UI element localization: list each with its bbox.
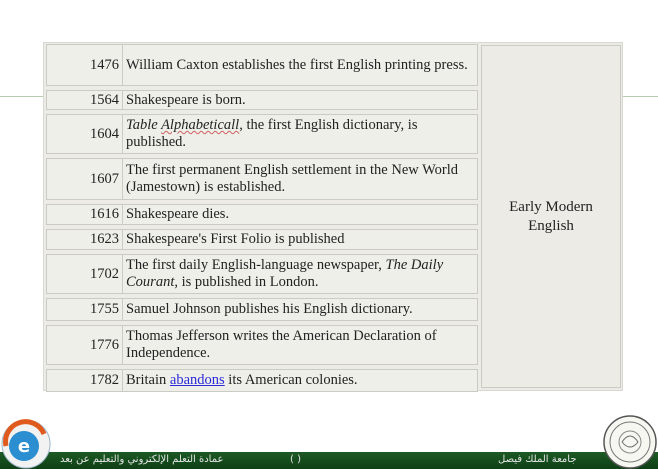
event-text-segment: Samuel Johnson publishes his English dic… (126, 301, 413, 317)
year-cell: 1782 (46, 369, 123, 392)
event-text-segment: Shakespeare's First Folio is published (126, 231, 345, 247)
event-cell: Thomas Jefferson writes the American Dec… (123, 325, 478, 365)
event-cell: Samuel Johnson publishes his English dic… (123, 298, 478, 321)
year-cell: 1623 (46, 229, 123, 250)
year-cell: 1776 (46, 325, 123, 365)
event-text-segment: Britain (126, 372, 170, 388)
timeline-row: 1604 Table Alphabeticall, the first Engli… (46, 114, 478, 154)
event-text-segment: its American colonies. (224, 372, 358, 388)
timeline-row: 1607 The first permanent English settleme… (46, 158, 478, 200)
event-cell: Shakespeare's First Folio is published (123, 229, 478, 250)
event-text: Shakespeare is born. (126, 92, 246, 109)
event-text: The first permanent English settlement i… (126, 162, 474, 196)
year-cell: 1564 (46, 90, 123, 110)
event-text: Thomas Jefferson writes the American Dec… (126, 328, 474, 362)
footer-deanship-text: عمادة التعلم الإلكتروني والتعليم عن بعد (60, 454, 224, 465)
event-text-segment: Shakespeare dies. (126, 206, 230, 222)
timeline-table: 1476 William Caxton establishes the first… (43, 42, 623, 392)
university-seal-icon (603, 415, 657, 469)
timeline-row: 1782 Britain abandons its American coloni… (46, 369, 478, 392)
timeline-row: 1755 Samuel Johnson publishes his English… (46, 298, 478, 321)
event-cell: The first permanent English settlement i… (123, 158, 478, 200)
e-learning-logo-icon: e (1, 419, 51, 469)
year-cell: 1604 (46, 114, 123, 154)
footer-middle-text: ( ) (290, 454, 301, 465)
event-text: Britain abandons its American colonies. (126, 372, 358, 389)
timeline-row: 1623 Shakespeare's First Folio is publish… (46, 229, 478, 250)
event-cell: Britain abandons its American colonies. (123, 369, 478, 392)
event-text: Samuel Johnson publishes his English dic… (126, 301, 413, 318)
event-text-segment: The first daily English-language newspap… (126, 257, 386, 273)
period-label: Early Modern English (481, 45, 621, 388)
event-cell: William Caxton establishes the first Eng… (123, 44, 478, 86)
svg-text:e: e (18, 436, 30, 457)
event-cell: Table Alphabeticall, the first English d… (123, 114, 478, 154)
divider-line-right (622, 96, 658, 97)
event-cell: The first daily English-language newspap… (123, 254, 478, 294)
event-text: Table Alphabeticall, the first English d… (126, 117, 474, 151)
year-cell: 1755 (46, 298, 123, 321)
event-cell: Shakespeare is born. (123, 90, 478, 110)
divider-line-left (0, 96, 44, 97)
event-text-segment: Thomas Jefferson writes the American Dec… (126, 328, 437, 361)
event-cell: Shakespeare dies. (123, 204, 478, 225)
event-text: The first daily English-language newspap… (126, 257, 474, 291)
year-cell: 1607 (46, 158, 123, 200)
event-text-segment: , is published in London. (174, 274, 319, 290)
timeline-row: 1776 Thomas Jefferson writes the American… (46, 325, 478, 365)
year-cell: 1702 (46, 254, 123, 294)
timeline-row: 1564 Shakespeare is born. (46, 90, 478, 110)
event-italic-text: Table (126, 117, 162, 133)
event-link[interactable]: abandons (170, 372, 225, 388)
spellcheck-word: Alphabeticall (161, 117, 240, 133)
event-text-segment: The first permanent English settlement i… (126, 162, 458, 195)
event-text: Shakespeare dies. (126, 206, 229, 223)
timeline-row: 1702 The first daily English-language new… (46, 254, 478, 294)
timeline-row: 1476 William Caxton establishes the first… (46, 44, 478, 86)
footer-bar: عمادة التعلم الإلكتروني والتعليم عن بعد … (0, 452, 658, 469)
event-text: Shakespeare's First Folio is published (126, 231, 345, 248)
timeline-row: 1616 Shakespeare dies. (46, 204, 478, 225)
event-text-segment: William Caxton establishes the first Eng… (126, 56, 468, 73)
year-cell: 1616 (46, 204, 123, 225)
footer-university-text: جامعة الملك فيصل (498, 454, 577, 465)
event-text-segment: Shakespeare is born. (126, 91, 246, 108)
year-cell: 1476 (46, 44, 123, 86)
event-text: William Caxton establishes the first Eng… (126, 57, 468, 74)
